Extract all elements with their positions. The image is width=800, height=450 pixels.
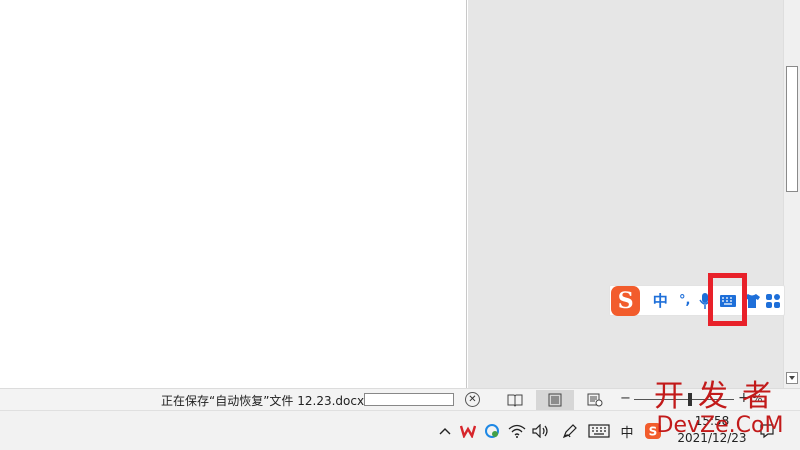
highlight-annotation (708, 273, 747, 326)
document-page[interactable] (0, 0, 467, 388)
read-mode-button[interactable] (496, 390, 534, 410)
web-layout-button[interactable] (576, 390, 614, 410)
pen-icon[interactable] (560, 421, 580, 441)
document-canvas-background (468, 0, 783, 388)
sync-icon[interactable] (482, 421, 502, 441)
ime-toolbar[interactable]: S 中 °, (609, 285, 785, 316)
speaker-icon[interactable] (530, 421, 552, 441)
book-icon (507, 394, 523, 407)
print-layout-button[interactable] (536, 390, 574, 410)
ime-punctuation-toggle[interactable]: °, (674, 289, 696, 313)
scrollbar-thumb[interactable] (786, 66, 798, 192)
chevron-up-icon[interactable] (436, 421, 454, 441)
ime-mode-toggle[interactable]: 中 (646, 289, 674, 313)
keyboard-icon[interactable] (586, 421, 612, 441)
wifi-icon[interactable] (506, 421, 528, 441)
apps-grid-icon[interactable] (762, 289, 784, 313)
wps-icon[interactable] (458, 421, 478, 441)
web-layout-icon (587, 393, 603, 407)
sogou-logo-icon[interactable]: S (611, 285, 641, 316)
autosave-status-text: 正在保存“自动恢复”文件 12.23.docx: (161, 394, 369, 408)
zoom-out-button[interactable]: − (620, 391, 631, 406)
autosave-progress-bar (364, 393, 454, 406)
watermark-english: DevZe.CoM (656, 413, 784, 438)
page-layout-icon (548, 393, 562, 407)
cancel-save-icon[interactable]: ✕ (465, 392, 480, 407)
input-method-indicator[interactable]: 中 (616, 421, 638, 441)
watermark: 开发者 DevZe.CoM (640, 382, 800, 437)
watermark-chinese: 开发者 (654, 379, 786, 414)
vertical-scrollbar[interactable] (783, 0, 800, 388)
